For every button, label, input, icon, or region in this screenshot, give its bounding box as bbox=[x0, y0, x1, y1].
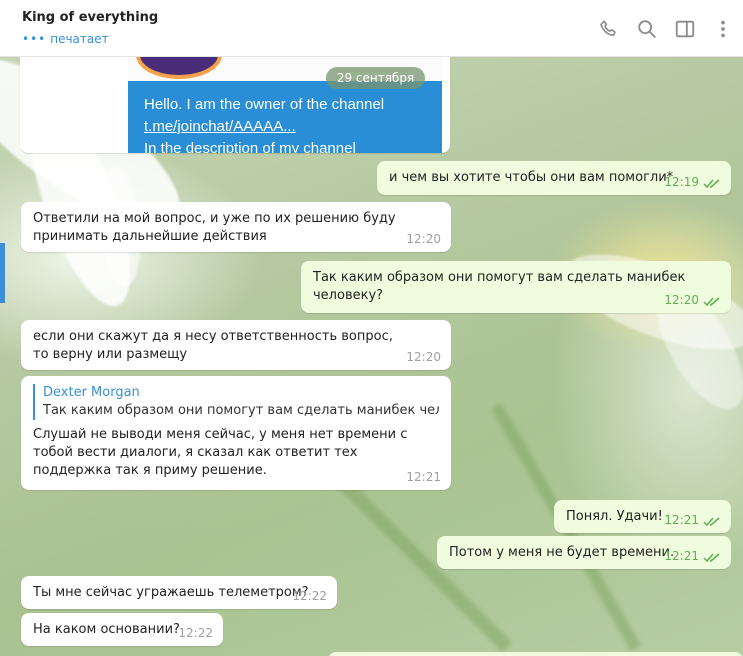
outgoing-message[interactable]: Понял. Удачи! 12:21 bbox=[554, 500, 731, 533]
read-check-icon bbox=[703, 179, 720, 189]
message-text: Ответили на мой вопрос, и уже по их реше… bbox=[33, 211, 396, 244]
phone-icon[interactable] bbox=[598, 18, 620, 40]
outgoing-message[interactable]: Так каким образом они помогут вам сделат… bbox=[301, 261, 731, 313]
chat-header: King of everything ••• печатает bbox=[0, 0, 743, 57]
typing-indicator: ••• bbox=[22, 32, 47, 46]
typing-status-text: печатает bbox=[50, 32, 109, 46]
incoming-message[interactable]: если они скажут да я несу ответственност… bbox=[21, 320, 451, 370]
typing-status: ••• печатает bbox=[22, 32, 109, 46]
read-check-icon bbox=[703, 517, 720, 527]
message-time: 12:20 bbox=[406, 350, 441, 364]
chat-title[interactable]: King of everything bbox=[22, 10, 158, 25]
reply-quote[interactable]: Dexter Morgan Так каким образом они помо… bbox=[33, 384, 439, 420]
sidebar-icon[interactable] bbox=[674, 18, 696, 40]
incoming-message[interactable]: Ответили на мой вопрос, и уже по их реше… bbox=[21, 202, 451, 252]
forwarded-post-line: In the description of my channel bbox=[144, 140, 356, 153]
message-time: 12:22 bbox=[292, 589, 327, 603]
forwarded-post-line: Hello. I am the owner of the channel bbox=[144, 96, 385, 113]
message-time: 12:21 bbox=[664, 513, 699, 527]
read-check-icon bbox=[703, 553, 720, 563]
date-divider: 29 сентября bbox=[326, 67, 425, 89]
message-time: 12:21 bbox=[406, 470, 441, 484]
outgoing-message[interactable]: Потом у меня не будет времени. 12:21 bbox=[437, 536, 731, 569]
message-time: 12:20 bbox=[664, 293, 699, 307]
message-time: 12:20 bbox=[406, 232, 441, 246]
more-icon[interactable] bbox=[712, 18, 734, 40]
forwarded-post-link[interactable]: t.me/joinchat/AAAAA... bbox=[144, 116, 296, 138]
message-text: Так каким образом они помогут вам сделат… bbox=[313, 270, 686, 303]
message-time: 12:19 bbox=[664, 175, 699, 189]
incoming-message[interactable]: Dexter Morgan Так каким образом они помо… bbox=[21, 376, 451, 490]
outgoing-message[interactable]: и чем вы хотите чтобы они вам помогли* 1… bbox=[377, 161, 731, 195]
message-text: если они скажут да я несу ответственност… bbox=[33, 329, 393, 362]
read-check-icon bbox=[703, 297, 720, 307]
incoming-message[interactable]: На каком основании? 12:22 bbox=[21, 613, 223, 646]
outgoing-message-partial[interactable] bbox=[328, 652, 743, 656]
reply-text: Так каким образом они помогут вам сделат… bbox=[43, 403, 439, 418]
message-text: Ты мне сейчас угражаешь телеметром? bbox=[33, 585, 309, 600]
reply-author: Dexter Morgan bbox=[43, 385, 140, 400]
search-icon[interactable] bbox=[636, 18, 658, 40]
incoming-message[interactable]: Ты мне сейчас угражаешь телеметром? 12:2… bbox=[21, 576, 337, 609]
message-text: Слушай не выводи меня сейчас, у меня нет… bbox=[33, 427, 408, 478]
message-time: 12:22 bbox=[178, 626, 213, 640]
message-time: 12:21 bbox=[664, 549, 699, 563]
selection-accent bbox=[0, 243, 5, 303]
